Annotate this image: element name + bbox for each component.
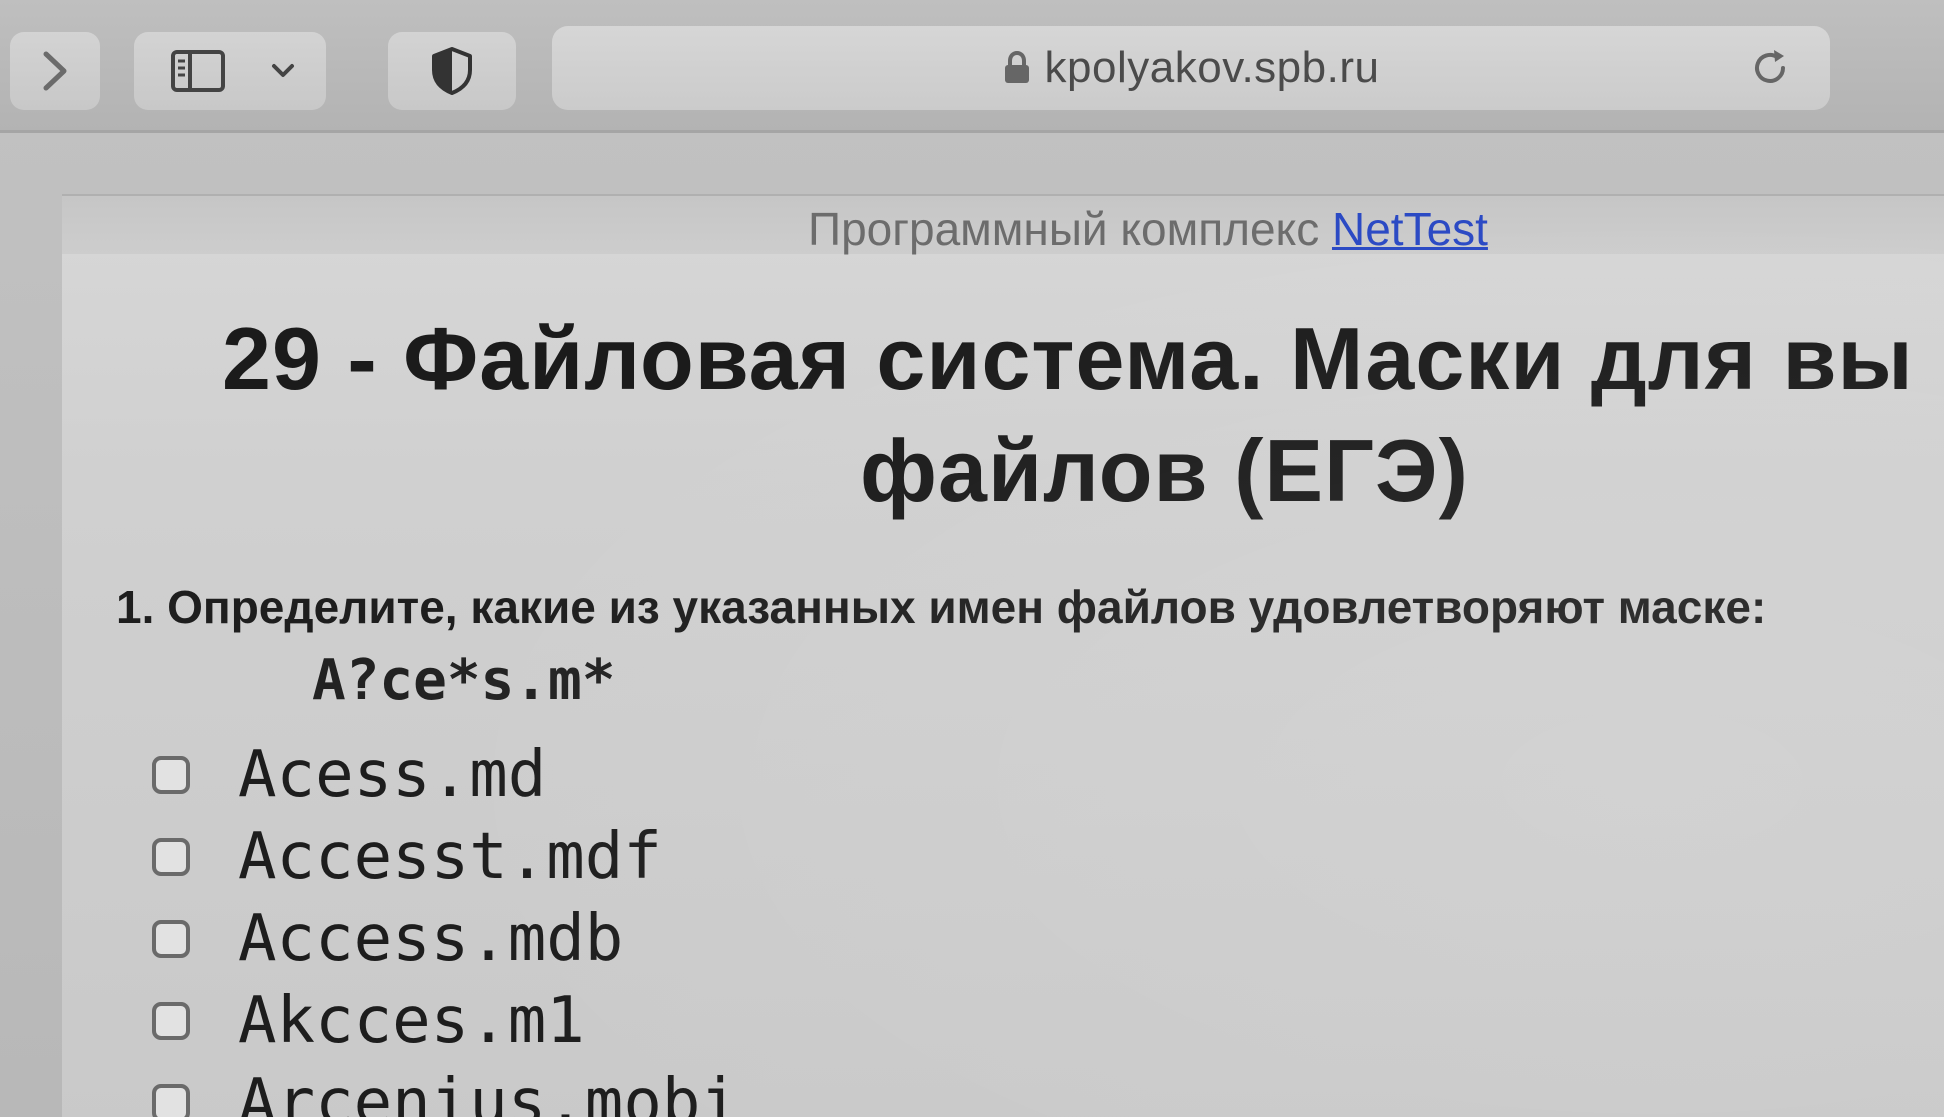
page-header: Программный комплекс NetTest: [62, 196, 1944, 256]
lock-icon: [1004, 51, 1029, 83]
answer-label: Acess.md: [238, 738, 547, 812]
page-title-line1: 29 - Файловая система. Маски для вы: [222, 309, 1914, 408]
shield-half-icon: [432, 47, 472, 95]
answer-option[interactable]: Accesst.mdf: [152, 816, 739, 898]
answer-label: Accesst.mdf: [238, 820, 662, 894]
answer-checkbox[interactable]: [152, 838, 190, 876]
nettest-header: Программный комплекс NetTest: [808, 202, 1488, 256]
answer-option[interactable]: Access.mdb: [152, 898, 739, 980]
answer-checkbox[interactable]: [152, 1084, 190, 1117]
header-prefix: Программный комплекс: [808, 203, 1320, 255]
browser-window: kpolyakov.spb.ru Программный комплекс Ne…: [0, 0, 1944, 1117]
sidebar-icon: [171, 50, 225, 92]
answer-checkbox[interactable]: [152, 1002, 190, 1040]
chevron-down-icon[interactable]: [270, 62, 296, 80]
question-text: 1. Определите, какие из указанных имен ф…: [116, 581, 1767, 633]
answer-label: Akcces.m1: [238, 984, 585, 1058]
nettest-link[interactable]: NetTest: [1332, 203, 1488, 255]
file-mask: A?ce*s.m*: [312, 648, 616, 713]
address-content: kpolyakov.spb.ru: [552, 26, 1830, 110]
answer-checkbox[interactable]: [152, 920, 190, 958]
forward-button[interactable]: [10, 32, 100, 110]
sidebar-toggle-button[interactable]: [134, 32, 326, 110]
page-content: Программный комплекс NetTest 29 - Файлов…: [62, 194, 1944, 1117]
answer-option[interactable]: Acess.md: [152, 734, 739, 816]
answer-option[interactable]: Arcenius.mobi: [152, 1062, 739, 1117]
chevron-right-icon: [43, 51, 67, 91]
page-title-line2: файлов (ЕГЭ): [860, 421, 1469, 520]
url-text: kpolyakov.spb.ru: [1044, 43, 1380, 92]
answer-checkbox[interactable]: [152, 756, 190, 794]
reload-icon[interactable]: [1748, 46, 1792, 90]
address-bar[interactable]: kpolyakov.spb.ru: [552, 26, 1830, 110]
answer-option[interactable]: Akcces.m1: [152, 980, 739, 1062]
answer-label: Arcenius.mobi: [238, 1066, 739, 1117]
answer-options: Acess.md Accesst.mdf Access.mdb Akcces.m…: [152, 734, 739, 1117]
privacy-report-button[interactable]: [388, 32, 516, 110]
answer-label: Access.mdb: [238, 902, 624, 976]
browser-toolbar: kpolyakov.spb.ru: [0, 0, 1944, 133]
